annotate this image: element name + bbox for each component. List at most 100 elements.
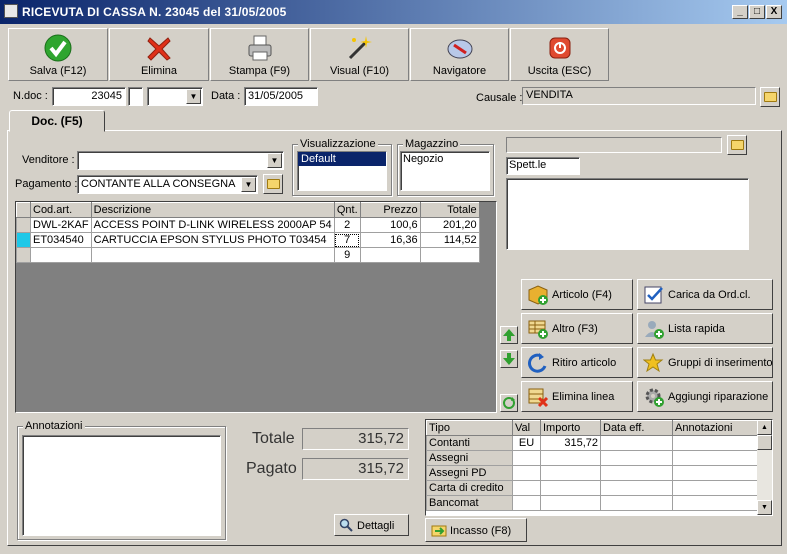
altro-button[interactable]: Altro (F3)	[521, 313, 633, 344]
dettagli-button[interactable]: Dettagli	[334, 514, 409, 536]
cell-totale[interactable]	[419, 247, 480, 263]
payments-scrollbar[interactable]: ▲ ▼	[757, 420, 772, 515]
cell-data-eff[interactable]	[600, 465, 673, 481]
cell-importo[interactable]	[540, 480, 601, 496]
venditore-combo[interactable]: ▼	[77, 151, 284, 170]
cell-annotazioni[interactable]	[672, 450, 759, 466]
col-header-tipo[interactable]: Tipo	[426, 420, 513, 436]
cliente-browse-button[interactable]	[727, 135, 747, 155]
ndoc-field[interactable]: 23045	[52, 87, 126, 106]
cell-val[interactable]	[512, 480, 541, 496]
articolo-button[interactable]: Articolo (F4)	[521, 279, 633, 310]
spett-field[interactable]: Spett.le	[506, 157, 580, 175]
scroll-up-icon[interactable]: ▲	[757, 420, 772, 435]
cell-prezzo[interactable]	[359, 247, 421, 263]
col-header-prezzo[interactable]: Prezzo	[359, 202, 421, 218]
maximize-button[interactable]: □	[749, 5, 765, 19]
elimina-linea-button[interactable]: Elimina linea	[521, 381, 633, 412]
lista-rapida-button[interactable]: Lista rapida	[637, 313, 773, 344]
cell-val[interactable]	[512, 465, 541, 481]
ritiro-articolo-button[interactable]: Ritiro articolo	[521, 347, 633, 378]
visualizzazione-list[interactable]: Default	[297, 151, 387, 191]
move-down-button[interactable]	[500, 350, 518, 368]
ndoc-suffix-field[interactable]	[128, 87, 143, 106]
tab-doc[interactable]: Doc. (F5)	[9, 110, 105, 132]
cell-descrizione[interactable]: ACCESS POINT D-LINK WIRELESS 2000AP 54	[90, 217, 335, 233]
cell-data-eff[interactable]	[600, 435, 673, 451]
chevron-down-icon[interactable]: ▼	[267, 153, 282, 168]
scroll-thumb[interactable]	[757, 435, 772, 450]
table-row[interactable]: Bancomat	[426, 495, 759, 511]
cell-importo[interactable]	[540, 465, 601, 481]
visualizzazione-option-default[interactable]: Default	[298, 152, 386, 166]
date-field[interactable]: 31/05/2005	[244, 87, 318, 106]
aggiungi-riparazione-button[interactable]: Aggiungi riparazione	[637, 381, 773, 412]
col-header-val[interactable]: Val	[512, 420, 541, 436]
causale-field[interactable]: VENDITA	[522, 87, 756, 105]
cell-totale[interactable]: 201,20	[419, 217, 480, 233]
col-header-qnt[interactable]: Qnt.	[333, 202, 361, 218]
row-selector[interactable]	[16, 247, 31, 263]
navigator-button[interactable]: Navigatore	[410, 28, 509, 81]
cell-qnt[interactable]: 2	[333, 217, 361, 233]
cell-annotazioni[interactable]	[672, 480, 759, 496]
delete-button[interactable]: Elimina	[109, 28, 209, 81]
gruppi-inserimento-button[interactable]: Gruppi di inserimento	[637, 347, 773, 378]
table-row[interactable]: DWL-2KAF ACCESS POINT D-LINK WIRELESS 20…	[16, 217, 480, 233]
cell-val[interactable]	[512, 450, 541, 466]
cell-qnt-focused[interactable]: 7	[333, 232, 361, 248]
cell-codart[interactable]	[30, 247, 92, 263]
cell-data-eff[interactable]	[600, 480, 673, 496]
cell-importo[interactable]: 315,72	[540, 435, 601, 451]
pagamento-combo[interactable]: CONTANTE ALLA CONSEGNA ▼	[77, 175, 258, 194]
save-button[interactable]: Salva (F12)	[8, 28, 108, 81]
causale-browse-button[interactable]	[760, 87, 780, 107]
cell-val[interactable]	[512, 495, 541, 511]
col-header-importo[interactable]: Importo	[540, 420, 601, 436]
cell-descrizione[interactable]	[90, 247, 335, 263]
print-button[interactable]: Stampa (F9)	[210, 28, 309, 81]
cell-importo[interactable]	[540, 495, 601, 511]
table-row[interactable]: ET034540 CARTUCCIA EPSON STYLUS PHOTO T0…	[16, 232, 480, 248]
cell-codart[interactable]: DWL-2KAF	[30, 217, 92, 233]
cell-prezzo[interactable]: 16,36	[359, 232, 421, 248]
ndoc-series-combo[interactable]: ▼	[147, 87, 203, 106]
annotazioni-textarea[interactable]	[22, 435, 221, 536]
col-header-descrizione[interactable]: Descrizione	[90, 202, 335, 218]
visual-button[interactable]: Visual (F10)	[310, 28, 409, 81]
indirizzo-area[interactable]	[506, 178, 749, 250]
table-row[interactable]: Carta di credito	[426, 480, 759, 496]
cell-totale[interactable]: 114,52	[419, 232, 480, 248]
chevron-down-icon[interactable]: ▼	[186, 89, 201, 104]
row-selector-active[interactable]	[16, 232, 31, 248]
pagamento-browse-button[interactable]	[263, 174, 283, 194]
cell-qnt[interactable]: 9	[333, 247, 361, 263]
table-row[interactable]: 9	[16, 247, 480, 263]
refresh-button[interactable]	[500, 394, 518, 412]
table-row[interactable]: Assegni	[426, 450, 759, 466]
cell-importo[interactable]	[540, 450, 601, 466]
scroll-down-icon[interactable]: ▼	[757, 500, 772, 515]
cell-descrizione[interactable]: CARTUCCIA EPSON STYLUS PHOTO T03454	[90, 232, 335, 248]
incasso-button[interactable]: Incasso (F8)	[425, 518, 527, 542]
exit-button[interactable]: Uscita (ESC)	[510, 28, 609, 81]
minimize-button[interactable]: _	[732, 5, 748, 19]
cell-prezzo[interactable]: 100,6	[359, 217, 421, 233]
move-up-button[interactable]	[500, 326, 518, 344]
cell-annotazioni[interactable]	[672, 435, 759, 451]
cell-annotazioni[interactable]	[672, 465, 759, 481]
chevron-down-icon[interactable]: ▼	[241, 177, 256, 192]
cell-annotazioni[interactable]	[672, 495, 759, 511]
carica-ordcl-button[interactable]: Carica da Ord.cl.	[637, 279, 773, 310]
col-header-data-eff[interactable]: Data eff.	[600, 420, 673, 436]
cell-codart[interactable]: ET034540	[30, 232, 92, 248]
cell-data-eff[interactable]	[600, 495, 673, 511]
table-row[interactable]: Contanti EU 315,72	[426, 435, 759, 451]
col-header-codart[interactable]: Cod.art.	[30, 202, 92, 218]
close-button[interactable]: X	[766, 5, 782, 19]
cliente-field[interactable]	[506, 137, 722, 153]
table-row[interactable]: Assegni PD	[426, 465, 759, 481]
cell-data-eff[interactable]	[600, 450, 673, 466]
magazzino-list[interactable]: Negozio	[400, 151, 490, 191]
col-header-annotazioni[interactable]: Annotazioni	[672, 420, 759, 436]
